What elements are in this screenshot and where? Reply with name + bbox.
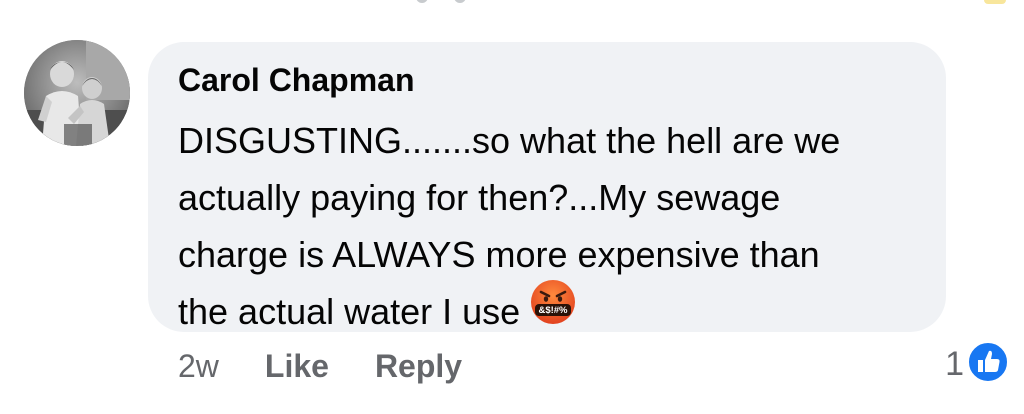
emoji-symbols: &$!#% xyxy=(539,305,569,316)
comment-actions: 2w Like Reply xyxy=(178,346,462,386)
comment-screenshot: Carol Chapman DISGUSTING.......so what t… xyxy=(0,0,1024,414)
previous-reaction-fragment xyxy=(410,0,490,5)
comment-text: DISGUSTING.......so what the hell are we… xyxy=(178,112,918,345)
comment-line: DISGUSTING.......so what the hell are we xyxy=(178,120,841,161)
reaction-summary[interactable]: 1 xyxy=(945,340,1010,388)
previous-emoji-fragment xyxy=(984,0,1006,4)
comment-author[interactable]: Carol Chapman xyxy=(178,62,414,99)
like-button[interactable]: Like xyxy=(265,348,329,385)
thumbs-up-icon xyxy=(966,340,1010,389)
reply-button[interactable]: Reply xyxy=(375,348,462,385)
comment-bubble: Carol Chapman DISGUSTING.......so what t… xyxy=(148,42,946,332)
comment-line-text: the actual water I use xyxy=(178,291,521,332)
comment-line: the actual water I use &$!#% xyxy=(178,280,918,345)
reaction-count: 1 xyxy=(945,344,964,383)
face-with-symbols-on-mouth-icon: &$!#% xyxy=(530,279,576,341)
comment-timestamp[interactable]: 2w xyxy=(178,348,219,385)
comment-line: actually paying for then?...My sewage xyxy=(178,177,781,218)
avatar[interactable] xyxy=(24,40,130,146)
comment-line: charge is ALWAYS more expensive than xyxy=(178,234,820,275)
